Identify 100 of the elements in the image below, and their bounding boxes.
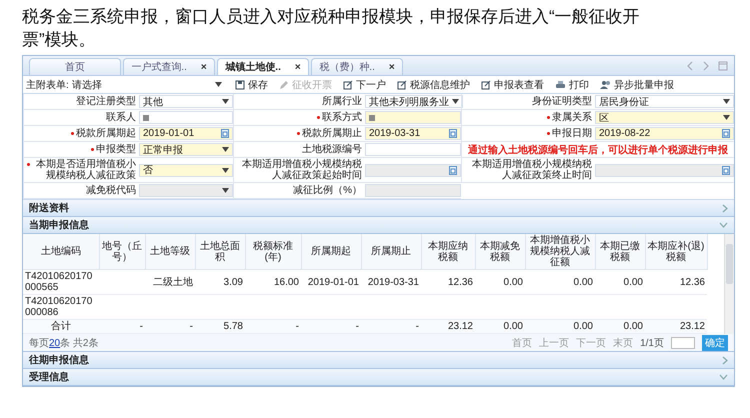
column-header: 税额标准(年) [245,234,301,270]
edit-icon [342,80,353,90]
input-field[interactable] [139,111,233,124]
total-count-label: 条 共2条 [60,338,98,348]
select-field[interactable]: 区 [595,111,734,124]
column-header: 本期减免税额 [475,234,525,270]
chevron-down-icon [719,222,728,228]
toolbar-button[interactable]: 异步批量申报 [596,78,678,92]
notice-text: 通过输入土地税源编号回车后，可以进行单个税源进行申报 [468,143,728,156]
select-field[interactable]: 其他未列明服务业 [365,95,463,108]
caret-icon [222,168,229,172]
date-field[interactable]: 2019-08-22 [595,127,734,140]
select-field[interactable]: 居民身份证 [595,95,734,108]
caret-icon [222,99,229,104]
input-field[interactable] [365,143,461,156]
form-select[interactable]: 请选择 [72,78,222,92]
window-icon[interactable] [718,61,728,71]
select-field[interactable]: 否 [139,164,233,176]
heading-text: 税务金三系统申报，窗口人员进入对应税种申报模块，申报保存后进入“一般征收开票”模块。 [22,6,641,51]
table-cell: 0.00 [475,270,525,294]
total-cell: 0.00 [475,320,525,334]
section-header[interactable]: 往期申报信息 [23,352,734,369]
page-input[interactable] [671,336,695,348]
chevron-right-icon [722,204,728,212]
tab-close-button[interactable]: × [294,62,301,72]
table-cell: 16.00 [245,270,301,294]
column-header: 土地总面积 [195,234,245,270]
scrollbar[interactable] [724,234,734,334]
date-field[interactable]: 2019-03-31 [365,127,461,140]
page-size-label: 每页 [29,338,49,348]
table-cell: 3.09 [195,270,245,294]
section-header[interactable]: 附送资料 [23,200,734,217]
next-icon[interactable] [702,61,710,71]
field-label: 减免税代码 [86,185,136,196]
caret-icon [723,99,730,104]
tab-close-button[interactable]: × [200,62,207,72]
input-field[interactable] [365,111,461,124]
table-cell: 0.00 [525,270,595,294]
caret-icon [222,147,229,152]
column-header: 本期增值税小规模纳税人减征额 [525,234,595,270]
column-header: 地号（丘号） [99,234,145,270]
previous-icon[interactable] [686,61,694,71]
column-header: 所属期止 [361,234,421,270]
people-icon [600,80,611,90]
section-header[interactable]: 当期申报信息 [23,217,734,234]
date-field[interactable]: 2019-01-01 [139,127,233,140]
column-header: 所属期起 [301,234,361,270]
table-cell: 二级土地 [145,270,195,294]
edit-icon [396,80,407,90]
tab[interactable]: 城镇土地使.. × [217,58,309,75]
select-field[interactable]: 其他 [139,95,233,108]
total-cell: 合计 [23,320,99,334]
total-cell: 23.12 [645,320,707,334]
table-cell: T42010620170000565 [23,270,99,294]
table-cell: 2019-03-31 [361,270,421,294]
calendar-icon [449,166,457,174]
page-size-link[interactable]: 20 [49,338,60,348]
tab[interactable]: 一户式查询.. × [123,58,215,75]
total-cell: 5.78 [195,320,245,334]
tab[interactable]: 首页 [29,58,121,75]
column-header: 土地编码 [23,234,99,270]
total-cell: 0.00 [525,320,595,334]
floppy-icon [234,80,245,90]
calendar-icon [449,129,457,138]
caret-icon [214,82,222,87]
calendar-icon [221,129,229,138]
field-label: 本期适用增值税小规模纳税人减征政策起始时间 [241,159,362,181]
field-label: 税款所属期起 [71,128,136,139]
page-info: 1/1页 [640,336,664,350]
toolbar-button[interactable]: 申报表查看 [476,78,548,92]
redaction-block [369,114,375,120]
calendar-icon [722,129,730,138]
toolbar-button[interactable]: 税源信息维护 [392,78,474,92]
select-field[interactable]: 正常申报 [139,143,233,156]
field-label: 减征比例（%） [293,185,362,196]
field-label: 本期适用增值税小规模纳税人减征政策终止时间 [471,159,592,181]
tab-close-button[interactable]: × [388,62,395,72]
field-label: 联系人 [106,112,136,123]
table-cell: 12.36 [421,270,475,294]
field-label: 申报类型 [91,144,136,155]
redaction-block [143,114,149,120]
section-header[interactable]: 受理信息 [23,369,734,386]
toolbar-button[interactable]: 打印 [550,78,593,92]
form-select-label: 主附表单: [26,78,69,92]
edit-icon [480,80,491,90]
tab[interactable]: 税（费）种.. × [311,58,403,75]
column-header: 土地等级 [145,234,195,270]
total-cell: - [301,320,361,334]
table-cell: 2019-01-01 [301,270,361,294]
column-header: 本期应补(退)税额 [645,234,707,270]
field-label: 登记注册类型 [76,96,136,107]
field-label: 联系方式 [317,112,362,123]
table-cell: 0.00 [595,270,645,294]
toolbar-button[interactable]: 保存 [230,78,272,92]
total-cell: - [145,320,195,334]
total-cell: - [361,320,421,334]
field-label: 所属行业 [322,96,362,107]
toolbar-button[interactable]: 下一户 [338,78,390,92]
chevron-right-icon [722,356,728,364]
column-header: 本期应纳税额 [421,234,475,270]
